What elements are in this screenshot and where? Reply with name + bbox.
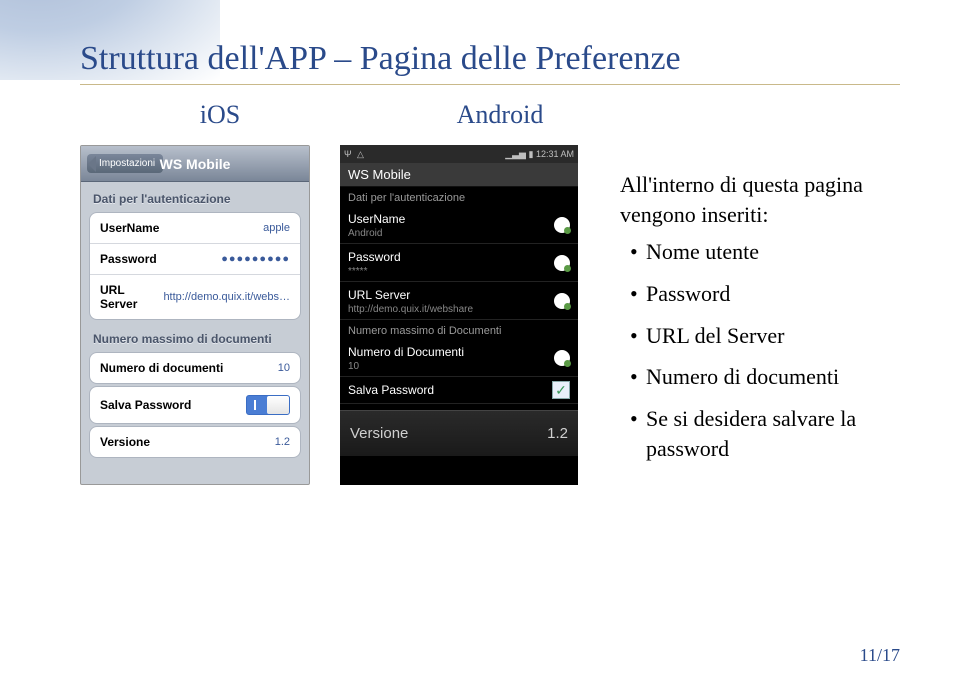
ios-row-url[interactable]: URL Server http://demo.quix.it/webs… (90, 275, 300, 319)
ios-navbar: Impostazioni WS Mobile (81, 146, 309, 182)
switch-on-indicator (254, 400, 256, 410)
status-signal-icon: ▁▃▅ (505, 149, 526, 159)
android-row-password[interactable]: Password ***** (340, 244, 578, 282)
title-block: Struttura dell'APP – Pagina delle Prefer… (80, 40, 900, 85)
android-screenshot: Ψ △ ▁▃▅ ▮ 12:31 AM WS Mobile Dati per l'… (340, 145, 578, 485)
ios-section-auth: Dati per l'autenticazione (81, 182, 309, 210)
list-item: URL del Server (630, 321, 900, 351)
android-row-docs[interactable]: Numero di Documenti 10 (340, 339, 578, 377)
android-row-savepw[interactable]: Salva Password ✓ (340, 377, 578, 404)
ios-version-value: 1.2 (275, 436, 290, 448)
indicator-icon (554, 293, 570, 309)
ios-savepw-label: Salva Password (100, 398, 191, 412)
ios-back-label: Impostazioni (99, 158, 155, 169)
subtitle-android: Android (360, 100, 640, 130)
switch-knob (267, 396, 289, 414)
android-section-docs: Numero massimo di Documenti (340, 320, 578, 339)
ios-docs-value: 10 (278, 362, 290, 374)
ios-row-version: Versione 1.2 (90, 427, 300, 457)
android-docs-label: Numero di Documenti (348, 345, 464, 359)
description-block: All'interno di questa pagina vengono ins… (620, 170, 900, 476)
ios-row-password[interactable]: Password ●●●●●●●●● (90, 244, 300, 275)
android-password-label: Password (348, 250, 401, 264)
ios-url-label: URL Server (100, 283, 163, 311)
ios-auth-group: UserName apple Password ●●●●●●●●● URL Se… (89, 212, 301, 320)
ios-docs-label: Numero di documenti (100, 361, 223, 375)
ios-version-group: Versione 1.2 (89, 426, 301, 458)
ios-docs-group: Numero di documenti 10 (89, 352, 301, 384)
page-number: 11/17 (860, 645, 900, 666)
ios-url-value: http://demo.quix.it/webs… (163, 291, 290, 303)
android-docs-value: 10 (348, 361, 464, 372)
android-section-auth: Dati per l'autenticazione (340, 187, 578, 206)
android-url-value: http://demo.quix.it/webshare (348, 304, 473, 315)
ios-row-docs[interactable]: Numero di documenti 10 (90, 353, 300, 383)
ios-username-value: apple (263, 222, 290, 234)
android-url-label: URL Server (348, 288, 410, 302)
ios-savepw-group: Salva Password (89, 386, 301, 424)
description-list: Nome utente Password URL del Server Nume… (620, 237, 900, 463)
list-item: Numero di documenti (630, 362, 900, 392)
description-intro: All'interno di questa pagina vengono ins… (620, 170, 900, 229)
android-row-username[interactable]: UserName Android (340, 206, 578, 244)
ios-version-label: Versione (100, 435, 150, 449)
indicator-icon (554, 217, 570, 233)
ios-screenshot: Impostazioni WS Mobile Dati per l'autent… (80, 145, 310, 485)
ios-row-username[interactable]: UserName apple (90, 213, 300, 244)
android-username-value: Android (348, 228, 405, 239)
ios-username-label: UserName (100, 221, 159, 235)
android-status-bar: Ψ △ ▁▃▅ ▮ 12:31 AM (340, 145, 578, 163)
android-username-label: UserName (348, 212, 405, 226)
indicator-icon (554, 255, 570, 271)
subtitle-ios: iOS (80, 100, 360, 130)
ios-password-value: ●●●●●●●●● (221, 253, 290, 265)
checkbox-icon[interactable]: ✓ (552, 381, 570, 399)
list-item: Nome utente (630, 237, 900, 267)
ios-section-docs: Numero massimo di documenti (81, 322, 309, 350)
android-version-row: Versione 1.2 (340, 410, 578, 456)
list-item: Password (630, 279, 900, 309)
android-version-label: Versione (350, 425, 408, 442)
android-savepw-label: Salva Password (348, 383, 434, 397)
ios-row-savepw: Salva Password (90, 387, 300, 423)
page-title: Struttura dell'APP – Pagina delle Prefer… (80, 40, 900, 78)
status-warn-icon: △ (357, 149, 364, 159)
android-version-value: 1.2 (547, 425, 568, 442)
status-time: 12:31 AM (536, 149, 574, 159)
ios-back-button[interactable]: Impostazioni (87, 154, 163, 173)
status-usb-icon: Ψ (344, 149, 352, 159)
indicator-icon (554, 350, 570, 366)
android-row-url[interactable]: URL Server http://demo.quix.it/webshare (340, 282, 578, 320)
android-password-value: ***** (348, 266, 401, 277)
android-title: WS Mobile (340, 163, 578, 187)
ios-switch-savepw[interactable] (246, 395, 290, 415)
status-battery-icon: ▮ (529, 149, 534, 159)
list-item: Se si desidera salvare la password (630, 404, 900, 463)
platform-subtitles: iOS Android (80, 100, 880, 130)
ios-password-label: Password (100, 252, 157, 266)
